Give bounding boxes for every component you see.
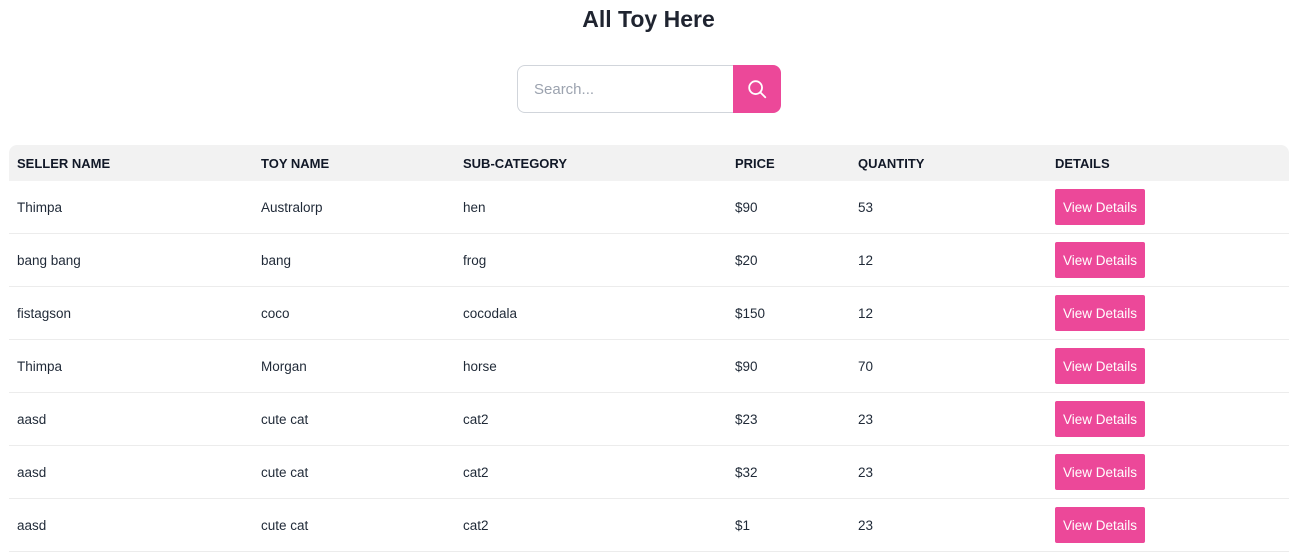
view-details-button[interactable]: View Details: [1055, 189, 1146, 225]
toy-name-cell: Morgan: [253, 339, 455, 393]
view-details-button[interactable]: View Details: [1055, 348, 1146, 384]
price-cell: $90: [727, 181, 850, 234]
quantity-cell: 23: [850, 392, 1047, 446]
search-bar: [517, 65, 781, 113]
table-row: aasd cute cat cat2 $32 23 View Details: [9, 445, 1289, 499]
quantity-cell: 23: [850, 445, 1047, 499]
view-details-button[interactable]: View Details: [1055, 401, 1146, 437]
seller-name-cell: Thimpa: [9, 181, 253, 234]
seller-name-cell: aasd: [9, 445, 253, 499]
table-row: bang bang bang frog $20 12 View Details: [9, 233, 1289, 287]
seller-name-cell: fistagson: [9, 286, 253, 340]
table-row: Thimpa Australorp hen $90 53 View Detail…: [9, 181, 1289, 234]
table-row: Thimpa Morgan horse $90 70 View Details: [9, 339, 1289, 393]
toy-name-cell: cute cat: [253, 392, 455, 446]
table-header-row: SELLER NAME TOY NAME SUB-CATEGORY PRICE …: [9, 145, 1289, 181]
quantity-cell: 12: [850, 233, 1047, 287]
seller-name-cell: bang bang: [9, 233, 253, 287]
toy-name-cell: cute cat: [253, 498, 455, 552]
seller-name-cell: aasd: [9, 498, 253, 552]
column-header-seller-name: SELLER NAME: [17, 155, 111, 171]
details-cell: View Details: [1047, 498, 1289, 552]
column-header-sub-category: SUB-CATEGORY: [463, 155, 567, 171]
table-row: aasd cute cat cat2 $1 23 View Details: [9, 498, 1289, 552]
view-details-button[interactable]: View Details: [1055, 242, 1146, 278]
quantity-cell: 12: [850, 286, 1047, 340]
column-header-toy-name: TOY NAME: [261, 155, 330, 171]
view-details-button[interactable]: View Details: [1055, 454, 1146, 490]
price-cell: $23: [727, 392, 850, 446]
table-row: aasd cute cat cat2 $23 23 View Details: [9, 392, 1289, 446]
sub-category-cell: cat2: [455, 392, 727, 446]
search-input[interactable]: [517, 65, 733, 113]
toy-name-cell: coco: [253, 286, 455, 340]
quantity-cell: 23: [850, 498, 1047, 552]
search-icon: [748, 80, 767, 99]
price-cell: $20: [727, 233, 850, 287]
price-cell: $90: [727, 339, 850, 393]
details-cell: View Details: [1047, 445, 1289, 499]
page-title: All Toy Here: [582, 6, 715, 32]
sub-category-cell: cat2: [455, 498, 727, 552]
toy-table: SELLER NAME TOY NAME SUB-CATEGORY PRICE …: [9, 145, 1289, 552]
search-button[interactable]: [733, 65, 781, 113]
details-cell: View Details: [1047, 286, 1289, 340]
details-cell: View Details: [1047, 392, 1289, 446]
view-details-button[interactable]: View Details: [1055, 507, 1146, 543]
details-cell: View Details: [1047, 181, 1289, 234]
details-cell: View Details: [1047, 233, 1289, 287]
price-cell: $150: [727, 286, 850, 340]
toy-table-container: SELLER NAME TOY NAME SUB-CATEGORY PRICE …: [9, 145, 1289, 552]
view-details-button[interactable]: View Details: [1055, 295, 1146, 331]
sub-category-cell: frog: [455, 233, 727, 287]
toy-name-cell: cute cat: [253, 445, 455, 499]
sub-category-cell: horse: [455, 339, 727, 393]
toy-name-cell: Australorp: [253, 181, 455, 234]
quantity-cell: 70: [850, 339, 1047, 393]
sub-category-cell: hen: [455, 181, 727, 234]
price-cell: $1: [727, 498, 850, 552]
table-row: fistagson coco cocodala $150 12 View Det…: [9, 286, 1289, 340]
seller-name-cell: aasd: [9, 392, 253, 446]
sub-category-cell: cat2: [455, 445, 727, 499]
details-cell: View Details: [1047, 339, 1289, 393]
column-header-details: DETAILS: [1055, 155, 1110, 171]
toy-name-cell: bang: [253, 233, 455, 287]
sub-category-cell: cocodala: [455, 286, 727, 340]
seller-name-cell: Thimpa: [9, 339, 253, 393]
price-cell: $32: [727, 445, 850, 499]
quantity-cell: 53: [850, 181, 1047, 234]
column-header-quantity: QUANTITY: [858, 155, 925, 171]
column-header-price: PRICE: [735, 155, 775, 171]
